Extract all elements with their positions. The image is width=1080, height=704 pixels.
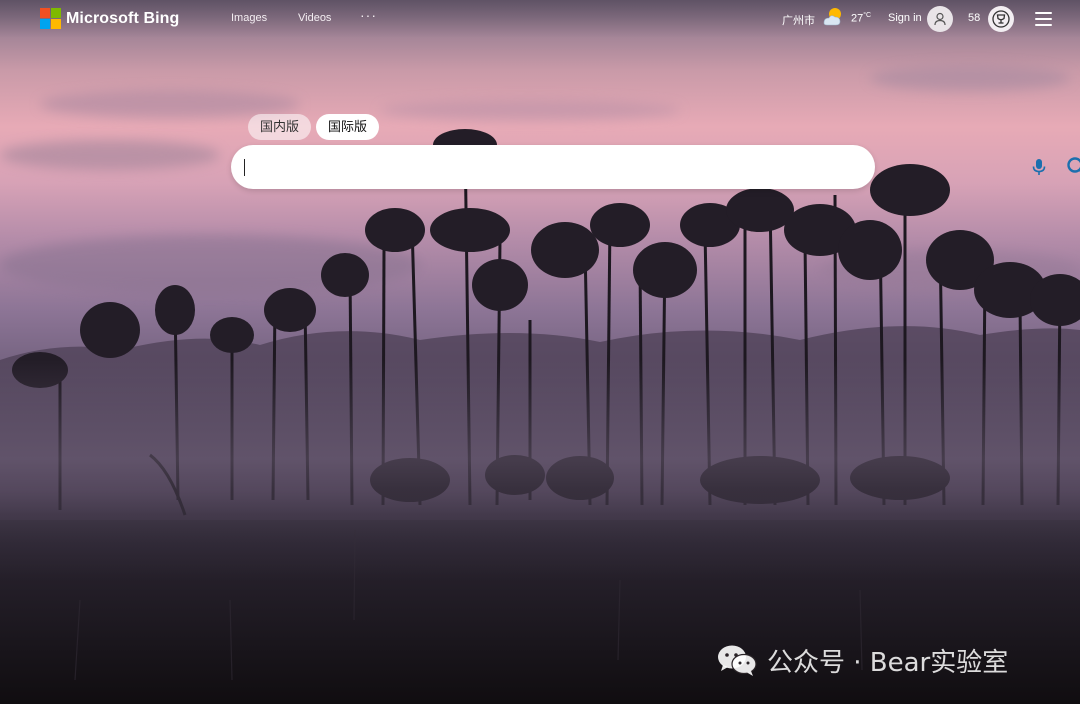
microsoft-logo-icon <box>40 8 61 29</box>
temperature-unit: °C <box>863 12 872 19</box>
user-icon <box>934 12 946 26</box>
logo-text: Microsoft Bing <box>66 9 180 27</box>
hamburger-menu-icon[interactable] <box>1035 12 1052 26</box>
weather-partly-cloudy-icon[interactable] <box>821 6 845 28</box>
rewards-button[interactable] <box>988 6 1014 32</box>
rewards-points[interactable]: 58 <box>968 12 980 24</box>
weather-temperature[interactable]: 27°C <box>851 12 871 25</box>
tab-china-edition[interactable]: 国内版 <box>248 114 312 140</box>
watermark-text: 公众号 · Bear实验室 <box>767 647 1009 678</box>
bing-homepage: Microsoft Bing Images Videos ··· 广州市 27°… <box>0 0 1080 704</box>
search-box <box>231 145 1080 189</box>
watermark: 公众号 · Bear实验室 <box>715 642 1008 678</box>
search-input[interactable] <box>245 153 789 183</box>
nav-images[interactable]: Images <box>231 12 267 24</box>
search-icon[interactable] <box>1066 156 1080 178</box>
bing-logo[interactable]: Microsoft Bing <box>40 8 179 29</box>
text-caret <box>244 159 245 176</box>
avatar[interactable] <box>927 6 953 32</box>
tab-international-edition[interactable]: 国际版 <box>316 114 380 140</box>
rewards-trophy-icon <box>992 10 1010 28</box>
fog-layer <box>0 360 1080 580</box>
temperature-value: 27 <box>851 12 864 25</box>
weather-location[interactable]: 广州市 <box>782 12 815 28</box>
nav-videos[interactable]: Videos <box>298 12 331 24</box>
microphone-icon[interactable] <box>1029 157 1049 177</box>
more-options-button[interactable]: ··· <box>360 7 377 23</box>
sign-in-link[interactable]: Sign in <box>888 12 922 24</box>
forest-silhouette <box>0 129 1080 704</box>
wechat-icon <box>718 645 757 676</box>
top-bar: Microsoft Bing Images Videos ··· 广州市 27°… <box>0 0 1080 38</box>
